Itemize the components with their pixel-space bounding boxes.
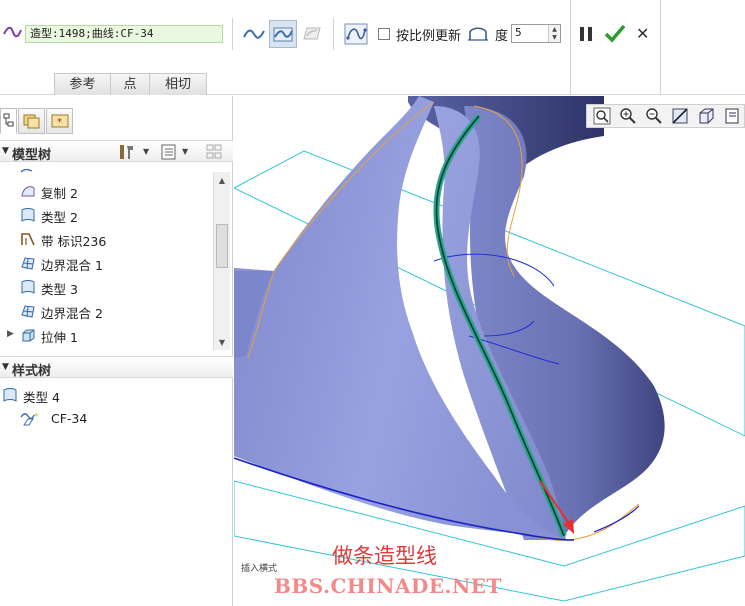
expand-arrow-icon[interactable]: ▶ [7,329,14,339]
zoom-in-button[interactable] [617,106,639,126]
separator [660,0,661,95]
forum-watermark: BBS.CHINADE.NET [274,574,502,598]
svg-text:*: * [34,412,38,421]
curve-icon [3,26,22,38]
control-point-icon [344,23,368,45]
copy-surface-icon [21,186,35,197]
control-point-button[interactable] [342,20,370,48]
style-dashboard: 造型:1498;曲线:CF-34 按比例更新 度 5 ▲ ▼ ✕ 参考 点 相切 [0,0,745,95]
model-tree-icon [3,113,13,127]
graphics-viewport[interactable] [234,96,745,606]
style-tree-header[interactable]: ▼ 样式树 [0,356,233,379]
style-tree-item-cf-34[interactable]: * CF-34 [0,407,212,431]
zoom-in-icon [620,108,636,124]
planar-curve-button[interactable] [269,20,297,48]
tab-favorites[interactable]: * [46,108,73,134]
settings-dropdown-icon[interactable]: ▼ [143,147,149,156]
tree-item-extrude-1[interactable]: ▶ 拉伸 1 [0,323,212,347]
style-feature-icon [21,280,35,294]
tree-item-ribbon-236[interactable]: 带 标识236 [0,227,212,251]
tab-points[interactable]: 点 [110,73,150,95]
degree-spinner[interactable]: 5 ▲ ▼ [511,24,561,43]
tree-item-boundary-blend-1[interactable]: 边界混合 1 [0,251,212,275]
model-tree-title: 模型树 [12,148,52,163]
tree-item-style-2[interactable]: 类型 2 [0,203,212,227]
tab-tangency[interactable]: 相切 [149,73,207,95]
dashboard-tabs: 参考 点 相切 [54,73,207,95]
ribbon-icon [21,233,35,246]
model-tree-header[interactable]: ▼ 模型树 ▼ ▼ [0,140,233,163]
feature-name-field[interactable]: 造型:1498;曲线:CF-34 [25,25,223,43]
style-feature-icon [3,388,17,402]
spinner-up-icon[interactable]: ▲ [549,25,560,33]
repaint-button[interactable] [669,106,691,126]
columns-dropdown-icon[interactable]: ▼ [182,147,188,156]
tab-references[interactable]: 参考 [54,73,111,95]
shaded-cube-icon [699,108,714,124]
annotation-caption: 做条造型线 [332,544,437,568]
degree-label: 度 [495,29,509,44]
model-tree-scrollbar[interactable]: ▲ ▼ [213,172,230,350]
proportional-update-checkbox[interactable] [378,28,390,40]
display-style-button[interactable] [695,106,717,126]
scroll-up-icon[interactable]: ▲ [214,172,230,188]
favorites-icon: * [51,114,68,128]
style-tree-title: 样式树 [12,364,52,379]
degree-value[interactable]: 5 [515,26,522,39]
navigator-panel: * ▼ 模型树 ▼ ▼ 复制 2 类型 2 带 标识236 边界混合 1 类型 … [0,96,233,606]
separator [570,0,571,95]
curve-icon: * [20,412,38,426]
tab-model-tree[interactable] [0,108,17,134]
tab-folder-browser[interactable] [18,108,45,134]
planar-curve-icon [273,27,293,42]
separator [333,18,334,50]
tree-item-boundary-blend-2[interactable]: 边界混合 2 [0,299,212,323]
saved-views-icon [725,108,739,124]
partial-feature-icon [20,168,33,173]
cos-curve-button[interactable] [298,20,326,48]
extrude-icon [22,329,35,342]
tree-settings-icon[interactable] [117,142,137,162]
refit-icon [593,107,611,125]
saved-views-button[interactable] [721,106,743,126]
pause-button[interactable] [580,27,593,41]
curve-on-surface-icon [303,27,321,40]
tree-filter-icon[interactable] [205,143,227,161]
style-tree-item-style-4[interactable]: 类型 4 [0,383,194,407]
scroll-down-icon[interactable]: ▼ [214,334,230,350]
svg-text:*: * [57,117,62,128]
repaint-icon [672,108,688,124]
free-curve-button[interactable] [240,20,268,48]
tree-item-style-3[interactable]: 类型 3 [0,275,212,299]
refit-button[interactable] [591,106,613,126]
proportional-update-label: 按比例更新 [396,29,462,44]
tree-columns-icon[interactable] [160,143,178,161]
spinner-down-icon[interactable]: ▼ [549,33,560,41]
folder-icon [23,114,39,129]
collapse-arrow-icon[interactable]: ▼ [2,362,9,372]
pause-icon [580,27,584,41]
collapse-arrow-icon[interactable]: ▼ [2,146,9,156]
status-text: 插入横式 [241,564,278,574]
zoom-out-button[interactable] [643,106,665,126]
zoom-out-icon [646,108,662,124]
confirm-check-icon[interactable] [604,22,626,44]
boundary-blend-icon [21,257,35,270]
cancel-x-icon[interactable]: ✕ [636,24,650,44]
scroll-thumb[interactable] [216,224,228,268]
free-curve-icon [243,29,265,39]
curve-degree-icon [468,27,488,41]
style-feature-icon [21,208,35,222]
model-geometry [234,96,745,602]
tree-item-copy-2[interactable]: 复制 2 [0,179,212,203]
separator [232,18,233,50]
view-toolbar [586,104,745,128]
navigator-tabs: * [0,108,74,134]
spinner-arrows[interactable]: ▲ ▼ [548,25,560,42]
right-swept-surface [464,106,665,536]
boundary-blend-icon [21,305,35,318]
